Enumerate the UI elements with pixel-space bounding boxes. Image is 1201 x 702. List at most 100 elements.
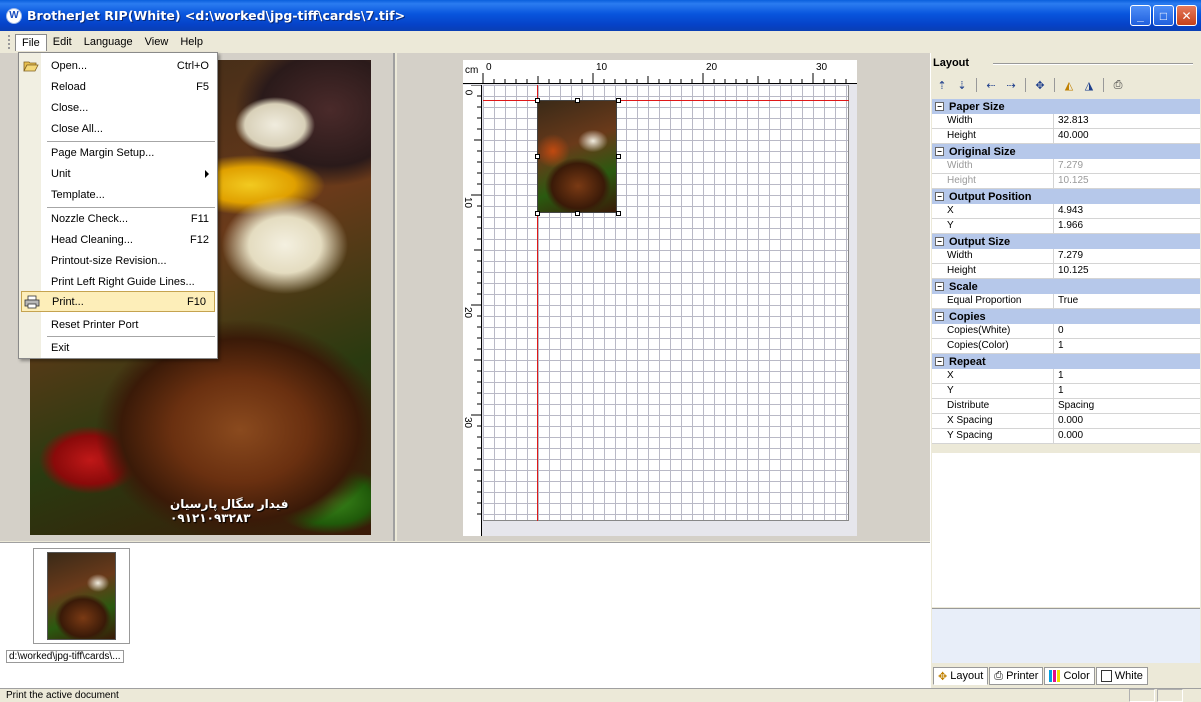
property-value[interactable]: 10.125 bbox=[1054, 264, 1200, 278]
tab-layout[interactable]: ✥ Layout bbox=[933, 667, 989, 685]
resize-handle[interactable] bbox=[616, 154, 621, 159]
menu-item-label: Head Cleaning... bbox=[51, 233, 133, 246]
menu-item-printout-size-revision[interactable]: Printout-size Revision... bbox=[19, 250, 217, 271]
collapse-icon[interactable]: − bbox=[935, 102, 944, 111]
layout-grid[interactable] bbox=[483, 85, 849, 521]
category-copies[interactable]: − Copies bbox=[932, 309, 1200, 324]
property-key: X bbox=[932, 204, 1054, 218]
collapse-icon[interactable]: − bbox=[935, 147, 944, 156]
menu-item-label: Template... bbox=[51, 188, 105, 201]
menu-item-reload[interactable]: Reload F5 bbox=[19, 76, 217, 97]
close-button[interactable]: ✕ bbox=[1176, 5, 1197, 26]
align-top-icon[interactable]: ⇡ bbox=[933, 77, 951, 93]
property-row[interactable]: Y1 bbox=[932, 384, 1200, 399]
menu-item-page-margin-setup[interactable]: Page Margin Setup... bbox=[19, 142, 217, 163]
property-row[interactable]: Y Spacing 0.000 bbox=[932, 429, 1200, 444]
menu-item-nozzle-check[interactable]: Nozzle Check... F11 bbox=[19, 208, 217, 229]
resize-handle[interactable] bbox=[575, 211, 580, 216]
menu-item-template[interactable]: Template... bbox=[19, 184, 217, 205]
property-row[interactable]: Equal Proportion True bbox=[932, 294, 1200, 309]
resize-handle[interactable] bbox=[616, 98, 621, 103]
property-value[interactable]: 1 bbox=[1054, 384, 1200, 398]
property-key: Width bbox=[932, 114, 1054, 128]
category-label: Output Size bbox=[949, 235, 1011, 248]
property-value[interactable]: 0 bbox=[1054, 324, 1200, 338]
menu-item-exit[interactable]: Exit bbox=[19, 337, 217, 358]
center-icon[interactable]: ✥ bbox=[1031, 77, 1049, 93]
property-row[interactable]: X 4.943 bbox=[932, 204, 1200, 219]
property-value[interactable]: 1.966 bbox=[1054, 219, 1200, 233]
app-icon: W bbox=[6, 7, 22, 24]
resize-handle[interactable] bbox=[575, 98, 580, 103]
menu-item-unit[interactable]: Unit bbox=[19, 163, 217, 184]
property-value[interactable]: 1 bbox=[1054, 369, 1200, 383]
property-row[interactable]: Copies(White) 0 bbox=[932, 324, 1200, 339]
menu-language[interactable]: Language bbox=[78, 34, 139, 50]
ruler-tick-label: 10 bbox=[596, 62, 608, 73]
property-value[interactable]: 32.813 bbox=[1054, 114, 1200, 128]
minimize-button[interactable]: _ bbox=[1130, 5, 1151, 26]
placed-image[interactable] bbox=[537, 100, 617, 213]
resize-handle[interactable] bbox=[616, 211, 621, 216]
mirror-icon[interactable]: ◮ bbox=[1080, 77, 1098, 93]
collapse-icon[interactable]: − bbox=[935, 282, 944, 291]
property-value[interactable]: 40.000 bbox=[1054, 129, 1200, 143]
resize-handle[interactable] bbox=[535, 211, 540, 216]
property-value[interactable]: Spacing bbox=[1054, 399, 1200, 413]
category-output-position[interactable]: − Output Position bbox=[932, 189, 1200, 204]
resize-handle[interactable] bbox=[535, 98, 540, 103]
flip-horizontal-icon[interactable]: ◭ bbox=[1060, 77, 1078, 93]
property-value[interactable]: 0.000 bbox=[1054, 429, 1200, 443]
property-row[interactable]: Width 32.813 bbox=[932, 114, 1200, 129]
tab-white[interactable]: White bbox=[1095, 667, 1148, 685]
maximize-button[interactable]: □ bbox=[1153, 5, 1174, 26]
property-value[interactable]: 1 bbox=[1054, 339, 1200, 353]
property-row: Height 10.125 bbox=[932, 174, 1200, 189]
collapse-icon[interactable]: − bbox=[935, 312, 944, 321]
align-right-icon[interactable]: ⇢ bbox=[1002, 77, 1020, 93]
property-row[interactable]: Distribute Spacing bbox=[932, 399, 1200, 414]
align-bottom-icon[interactable]: ⇣ bbox=[953, 77, 971, 93]
menu-file[interactable]: File bbox=[15, 33, 47, 51]
property-value[interactable]: 7.279 bbox=[1054, 249, 1200, 263]
menu-item-open[interactable]: Open... Ctrl+O bbox=[19, 55, 217, 76]
menu-help[interactable]: Help bbox=[174, 34, 209, 50]
menubar-grip bbox=[8, 35, 11, 49]
category-output-size[interactable]: − Output Size bbox=[932, 234, 1200, 249]
collapse-icon[interactable]: − bbox=[935, 357, 944, 366]
printer-icon[interactable]: ⎙ bbox=[1109, 77, 1127, 93]
page-sheet[interactable]: cm 0 10 20 30 0 10 20 30 bbox=[462, 60, 857, 536]
menu-item-print[interactable]: Print... F10 bbox=[21, 291, 215, 312]
property-value[interactable]: True bbox=[1054, 294, 1200, 308]
menu-edit[interactable]: Edit bbox=[47, 34, 78, 50]
property-row: Width 7.279 bbox=[932, 159, 1200, 174]
menu-item-close-all[interactable]: Close All... bbox=[19, 118, 217, 139]
property-row[interactable]: Width 7.279 bbox=[932, 249, 1200, 264]
tab-printer[interactable]: ⎙ Printer bbox=[989, 667, 1044, 685]
property-value[interactable]: 0.000 bbox=[1054, 414, 1200, 428]
ruler-tick-label: 20 bbox=[706, 62, 718, 73]
category-scale[interactable]: − Scale bbox=[932, 279, 1200, 294]
collapse-icon[interactable]: − bbox=[935, 237, 944, 246]
property-row[interactable]: X Spacing 0.000 bbox=[932, 414, 1200, 429]
menu-item-reset-printer-port[interactable]: Reset Printer Port bbox=[19, 314, 217, 335]
category-repeat[interactable]: − Repeat bbox=[932, 354, 1200, 369]
property-row[interactable]: X1 bbox=[932, 369, 1200, 384]
menu-view[interactable]: View bbox=[139, 34, 175, 50]
menu-item-close[interactable]: Close... bbox=[19, 97, 217, 118]
align-left-icon[interactable]: ⇠ bbox=[982, 77, 1000, 93]
panel-title-divider bbox=[993, 63, 1193, 65]
category-paper-size[interactable]: − Paper Size bbox=[932, 99, 1200, 114]
property-value[interactable]: 4.943 bbox=[1054, 204, 1200, 218]
menu-item-head-cleaning[interactable]: Head Cleaning... F12 bbox=[19, 229, 217, 250]
resize-handle[interactable] bbox=[535, 154, 540, 159]
property-row[interactable]: Copies(Color) 1 bbox=[932, 339, 1200, 354]
property-row[interactable]: Y 1.966 bbox=[932, 219, 1200, 234]
collapse-icon[interactable]: − bbox=[935, 192, 944, 201]
property-row[interactable]: Height 40.000 bbox=[932, 129, 1200, 144]
thumbnail-item[interactable] bbox=[33, 548, 130, 644]
property-row[interactable]: Height 10.125 bbox=[932, 264, 1200, 279]
category-original-size[interactable]: − Original Size bbox=[932, 144, 1200, 159]
menu-item-print-guide-lines[interactable]: Print Left Right Guide Lines... bbox=[19, 271, 217, 292]
tab-color[interactable]: Color bbox=[1044, 667, 1095, 685]
